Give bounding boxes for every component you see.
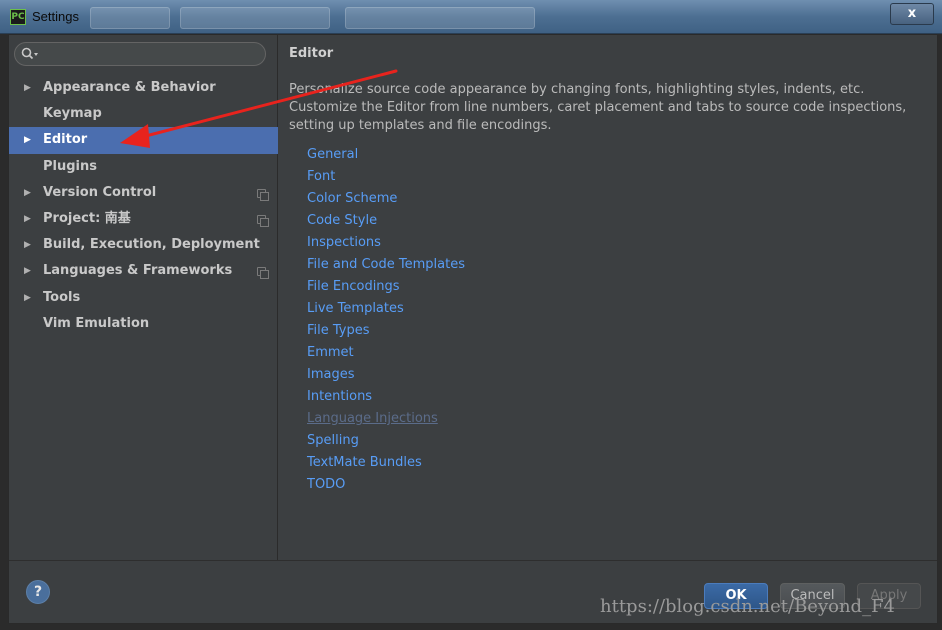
expand-arrow-icon[interactable]: ▶ bbox=[24, 258, 34, 284]
expand-arrow-icon[interactable]: ▶ bbox=[24, 180, 34, 206]
link-file-and-code-templates[interactable]: File and Code Templates bbox=[307, 254, 465, 276]
watermark: https://blog.csdn.net/Beyond_F4 bbox=[600, 596, 896, 617]
search-box[interactable] bbox=[14, 42, 266, 66]
link-file-encodings[interactable]: File Encodings bbox=[307, 276, 465, 298]
link-file-types[interactable]: File Types bbox=[307, 320, 465, 342]
background-tab-ghost bbox=[180, 7, 330, 29]
sidebar-item-tools[interactable]: ▶ Tools bbox=[9, 285, 278, 311]
expand-arrow-icon[interactable]: ▶ bbox=[24, 232, 34, 258]
project-level-icon bbox=[257, 214, 269, 227]
sidebar-item-label: Appearance & Behavior bbox=[43, 80, 216, 95]
link-images[interactable]: Images bbox=[307, 364, 465, 386]
expand-arrow-icon[interactable]: ▶ bbox=[24, 127, 34, 153]
project-level-icon bbox=[257, 188, 269, 201]
sidebar-item-project[interactable]: ▶ Project: 南基 bbox=[9, 206, 278, 232]
sidebar-item-build-execution-deployment[interactable]: ▶ Build, Execution, Deployment bbox=[9, 232, 278, 258]
sidebar-item-label: Build, Execution, Deployment bbox=[43, 237, 260, 253]
settings-dialog: ▶ Appearance & Behavior Keymap ▶ Editor Plugi… bbox=[8, 34, 938, 624]
sidebar-item-plugins[interactable]: Plugins bbox=[9, 154, 278, 180]
sidebar-item-appearance-behavior[interactable]: ▶ Appearance & Behavior bbox=[9, 75, 278, 101]
sidebar-item-keymap[interactable]: Keymap bbox=[9, 101, 278, 127]
sidebar-item-label: Plugins bbox=[43, 158, 97, 174]
link-live-templates[interactable]: Live Templates bbox=[307, 298, 465, 320]
title-bar: PC Settings x bbox=[0, 0, 942, 34]
sidebar-item-label: Vim Emulation bbox=[43, 315, 150, 331]
background-tab-ghost bbox=[345, 7, 535, 29]
sidebar-item-label: Project: 南基 bbox=[43, 210, 131, 226]
link-textmate-bundles[interactable]: TextMate Bundles bbox=[307, 452, 465, 474]
link-todo[interactable]: TODO bbox=[307, 474, 465, 496]
search-input[interactable] bbox=[43, 45, 257, 63]
editor-subsection-links: General Font Color Scheme Code Style Inspect… bbox=[307, 144, 465, 496]
link-code-style[interactable]: Code Style bbox=[307, 210, 465, 232]
project-level-icon bbox=[257, 267, 269, 280]
help-button[interactable]: ? bbox=[26, 580, 50, 604]
link-language-injections[interactable]: Language Injections bbox=[307, 408, 465, 430]
sidebar-item-label: Keymap bbox=[43, 106, 102, 122]
section-description: Personalize source code appearance by ch… bbox=[289, 82, 907, 133]
link-general[interactable]: General bbox=[307, 144, 465, 166]
expand-arrow-icon[interactable]: ▶ bbox=[24, 206, 34, 232]
link-color-scheme[interactable]: Color Scheme bbox=[307, 188, 465, 210]
page-title: Editor bbox=[289, 46, 334, 61]
pycharm-app-icon: PC bbox=[10, 9, 26, 25]
editor-settings-panel: Editor Personalize source code appearanc… bbox=[279, 35, 937, 560]
settings-tree: ▶ Appearance & Behavior Keymap ▶ Editor Plugi… bbox=[9, 75, 278, 337]
sidebar-item-label: Languages & Frameworks bbox=[43, 263, 233, 279]
background-tab-ghost bbox=[90, 7, 170, 29]
link-inspections[interactable]: Inspections bbox=[307, 232, 465, 254]
sidebar-item-vim-emulation[interactable]: Vim Emulation bbox=[9, 311, 278, 337]
settings-sidebar: ▶ Appearance & Behavior Keymap ▶ Editor Plugi… bbox=[9, 35, 278, 560]
sidebar-item-label: Version Control bbox=[43, 184, 157, 200]
sidebar-item-languages-frameworks[interactable]: ▶ Languages & Frameworks bbox=[9, 258, 278, 284]
sidebar-item-label: Editor bbox=[43, 132, 88, 148]
link-font[interactable]: Font bbox=[307, 166, 465, 188]
window-title: Settings bbox=[32, 9, 79, 24]
expand-arrow-icon[interactable]: ▶ bbox=[24, 75, 34, 101]
sidebar-item-label: Tools bbox=[43, 289, 81, 305]
link-emmet[interactable]: Emmet bbox=[307, 342, 465, 364]
close-button[interactable]: x bbox=[890, 3, 934, 25]
search-icon bbox=[21, 47, 38, 60]
sidebar-item-version-control[interactable]: ▶ Version Control bbox=[9, 180, 278, 206]
link-intentions[interactable]: Intentions bbox=[307, 386, 465, 408]
link-spelling[interactable]: Spelling bbox=[307, 430, 465, 452]
sidebar-item-editor[interactable]: ▶ Editor bbox=[9, 127, 278, 154]
expand-arrow-icon[interactable]: ▶ bbox=[24, 285, 34, 311]
